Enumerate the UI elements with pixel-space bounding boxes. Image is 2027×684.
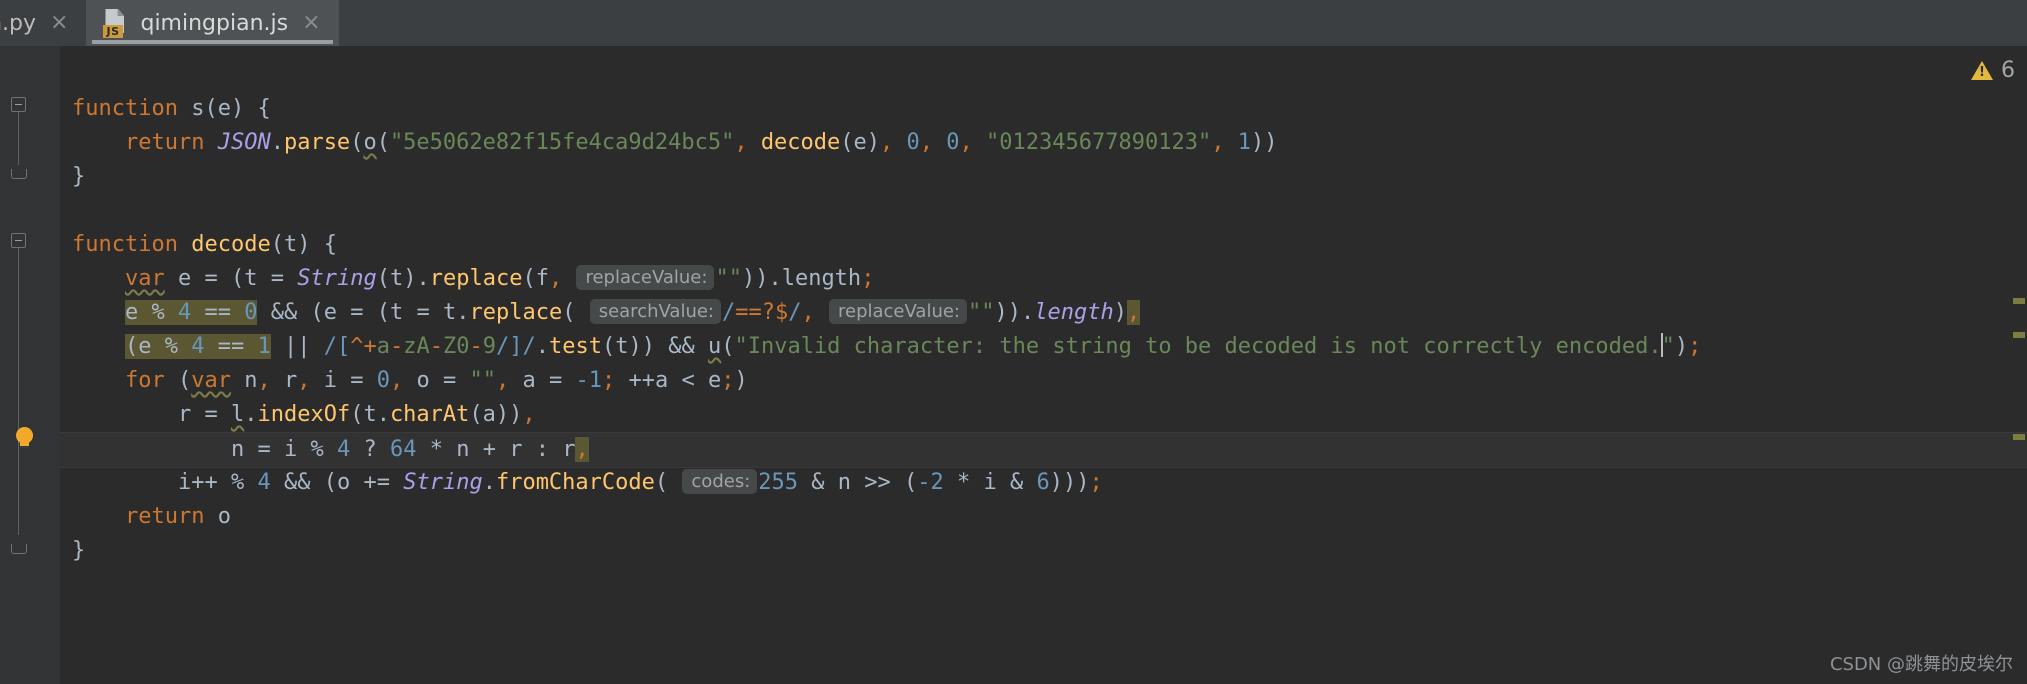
code-line-9[interactable]: for (var n, r, i = 0, o = "", a = -1; ++… <box>60 364 2027 398</box>
close-icon[interactable]: × <box>300 12 320 34</box>
code-line-13[interactable]: return o <box>60 500 2027 534</box>
tab-label: qimingpian.js <box>140 10 289 36</box>
tab-label: in.py <box>0 10 37 36</box>
fold-region-line <box>18 112 19 165</box>
code-line-10[interactable]: r = l.indexOf(t.charAt(a)), <box>60 398 2027 432</box>
code-line-11[interactable]: n = i % 4 ? 64 * n + r : r, <box>60 432 2027 468</box>
fold-region-line <box>18 248 19 535</box>
code-line-8[interactable]: (e % 4 == 1 || /[^+a-zA-Z0-9/]/.test(t))… <box>60 330 2027 364</box>
watermark-text: CSDN @跳舞的皮埃尔 <box>1829 654 2013 675</box>
tab-qimingpian-js[interactable]: JS qimingpian.js × <box>86 0 339 46</box>
tab-in-py[interactable]: in.py × <box>0 0 87 46</box>
fold-end-icon[interactable] <box>11 540 27 554</box>
code-line-7[interactable]: e % 4 == 0 && (e = (t = t.replace( searc… <box>60 296 2027 330</box>
editor-tab-bar: in.py × JS qimingpian.js × <box>0 0 2027 46</box>
js-file-badge: JS <box>103 25 123 38</box>
error-stripe-marker[interactable] <box>2013 298 2025 304</box>
code-line-3[interactable]: } <box>60 160 2027 194</box>
close-icon[interactable]: × <box>48 12 68 34</box>
code-line-1[interactable]: function s(e) { <box>60 92 2027 126</box>
js-file-icon: JS <box>102 8 128 38</box>
error-stripe-marker[interactable] <box>2013 434 2025 440</box>
inspection-status[interactable]: 6 <box>1971 58 2015 83</box>
code-line-14[interactable]: } <box>60 534 2027 568</box>
fold-collapse-icon[interactable] <box>11 97 26 112</box>
warning-count: 6 <box>2001 58 2015 83</box>
param-hint-codes: codes: <box>682 469 758 494</box>
error-stripe-marker[interactable] <box>2013 332 2025 338</box>
fold-end-icon[interactable] <box>11 165 27 179</box>
editor-gutter[interactable] <box>0 46 60 684</box>
code-line-2[interactable]: return JSON.parse(o("5e5062e82f15fe4ca9d… <box>60 126 2027 160</box>
code-line-5[interactable]: function decode(t) { <box>60 228 2027 262</box>
code-editor[interactable]: function s(e) { return JSON.parse(o("5e5… <box>0 46 2027 684</box>
code-line-12[interactable]: i++ % 4 && (o += String.fromCharCode( co… <box>60 466 2027 500</box>
fold-collapse-icon[interactable] <box>11 233 26 248</box>
code-line-6[interactable]: var e = (t = String(t).replace(f, replac… <box>60 262 2027 296</box>
code-content[interactable]: function s(e) { return JSON.parse(o("5e5… <box>60 46 2027 684</box>
param-hint-replace-value: replaceValue: <box>828 299 967 324</box>
warning-triangle-icon <box>1971 61 1993 80</box>
intention-bulb-icon[interactable] <box>12 427 38 453</box>
param-hint-search-value: searchValue: <box>589 299 721 324</box>
param-hint-replace-value: replaceValue: <box>576 265 715 290</box>
